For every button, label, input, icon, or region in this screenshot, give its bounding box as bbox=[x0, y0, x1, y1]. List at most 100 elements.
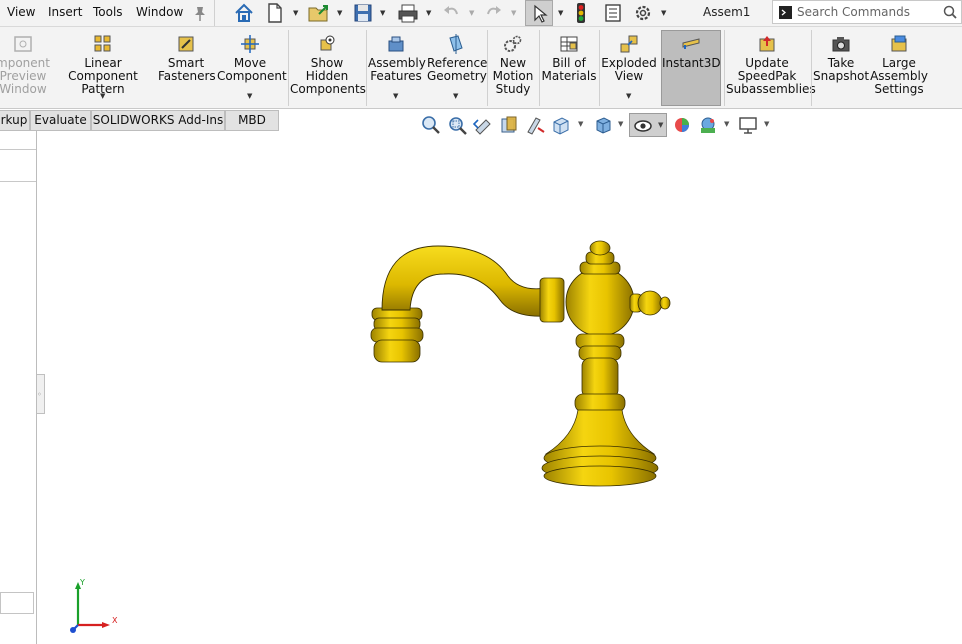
bill-of-materials-icon bbox=[560, 36, 578, 52]
linear-component-pattern-button[interactable]: Linear Component Pattern ▼ bbox=[53, 30, 153, 106]
print-icon[interactable] bbox=[396, 2, 420, 24]
ribbon-separator bbox=[724, 30, 725, 106]
chevron-down-icon[interactable]: ▼ bbox=[511, 9, 516, 17]
motion-study-icon bbox=[504, 35, 522, 52]
ribbon-label: Show Hidden Components bbox=[290, 56, 366, 96]
ribbon-label: Linear Component Pattern bbox=[68, 56, 138, 96]
panel-divider bbox=[0, 181, 36, 182]
select-button[interactable] bbox=[525, 0, 553, 26]
tab-evaluate[interactable]: Evaluate bbox=[30, 110, 91, 131]
chevron-down-icon[interactable]: ▼ bbox=[626, 92, 631, 100]
search-commands-box[interactable] bbox=[772, 0, 962, 24]
menu-insert[interactable]: Insert bbox=[48, 5, 82, 19]
component-preview-window-button[interactable]: mponent Preview Window bbox=[0, 30, 50, 106]
bill-of-materials-button[interactable]: Bill of Materials bbox=[541, 30, 597, 106]
ribbon-label: mponent Preview Window bbox=[0, 56, 50, 96]
redo-icon[interactable] bbox=[484, 2, 504, 24]
chevron-down-icon[interactable]: ▼ bbox=[658, 121, 663, 129]
tab-markup[interactable]: rkup bbox=[0, 110, 30, 131]
chevron-down-icon[interactable]: ▼ bbox=[764, 120, 769, 128]
chevron-down-icon[interactable]: ▼ bbox=[426, 9, 431, 17]
ribbon-separator bbox=[599, 30, 600, 106]
command-manager-tabs: rkup Evaluate SOLIDWORKS Add-Ins MBD bbox=[0, 110, 280, 131]
reference-geometry-button[interactable]: Reference Geometry ▼ bbox=[427, 30, 487, 106]
chevron-down-icon[interactable]: ▼ bbox=[453, 92, 458, 100]
chevron-down-icon[interactable]: ▼ bbox=[393, 92, 398, 100]
chevron-down-icon[interactable]: ▼ bbox=[578, 120, 583, 128]
smart-fasteners-icon bbox=[178, 36, 194, 52]
reference-triad: Y X bbox=[70, 579, 118, 633]
gear-icon[interactable] bbox=[633, 2, 653, 24]
ribbon-label: Smart Fasteners bbox=[158, 56, 216, 83]
chevron-down-icon[interactable]: ▼ bbox=[100, 92, 105, 100]
instant3d-icon bbox=[682, 38, 700, 49]
menu-view[interactable]: View bbox=[7, 5, 35, 19]
graphics-area[interactable]: Y X bbox=[38, 131, 962, 644]
ribbon-label: Assembly Features bbox=[368, 56, 426, 83]
smart-fasteners-button[interactable]: Smart Fasteners bbox=[158, 30, 216, 106]
chevron-down-icon[interactable]: ▼ bbox=[661, 9, 666, 17]
camera-icon bbox=[832, 37, 850, 52]
feature-manager-panel bbox=[0, 131, 37, 644]
large-assembly-icon bbox=[891, 35, 907, 52]
preview-window-icon bbox=[14, 36, 32, 52]
new-motion-study-button[interactable]: New Motion Study bbox=[489, 30, 537, 106]
ribbon-separator bbox=[487, 30, 488, 106]
show-hidden-icon bbox=[320, 35, 335, 51]
tab-mbd[interactable]: MBD bbox=[225, 110, 279, 131]
chevron-down-icon[interactable]: ▼ bbox=[247, 92, 252, 100]
command-manager-ribbon: mponent Preview Window Linear Component … bbox=[0, 27, 962, 109]
assembly-features-button[interactable]: Assembly Features ▼ bbox=[368, 30, 426, 106]
chevron-down-icon[interactable]: ▼ bbox=[293, 9, 298, 17]
pin-icon[interactable] bbox=[192, 2, 208, 24]
chevron-down-icon[interactable]: ▼ bbox=[724, 120, 729, 128]
tab-solidworks-addins[interactable]: SOLIDWORKS Add-Ins bbox=[91, 110, 225, 131]
save-icon[interactable] bbox=[352, 2, 374, 24]
menu-separator bbox=[214, 0, 215, 26]
cursor-arrow-icon bbox=[534, 4, 548, 23]
undo-icon[interactable] bbox=[441, 2, 461, 24]
linear-pattern-icon bbox=[94, 35, 111, 52]
rebuild-traffic-light-icon[interactable] bbox=[573, 2, 589, 24]
exploded-view-button[interactable]: Exploded View ▼ bbox=[601, 30, 657, 106]
instant3d-button[interactable]: Instant3D bbox=[661, 30, 721, 106]
assembly-features-icon bbox=[388, 36, 404, 52]
exploded-view-icon bbox=[620, 35, 638, 53]
chevron-down-icon[interactable]: ▼ bbox=[337, 9, 342, 17]
ribbon-label: Move Component bbox=[217, 56, 287, 83]
take-snapshot-button[interactable]: Take Snapshot bbox=[813, 30, 869, 106]
chevron-down-icon[interactable]: ▼ bbox=[618, 120, 623, 128]
show-hidden-components-button[interactable]: Show Hidden Components bbox=[290, 30, 366, 106]
move-component-icon bbox=[241, 35, 259, 53]
faucet-assembly-model[interactable] bbox=[368, 236, 688, 506]
file-properties-icon[interactable] bbox=[603, 2, 623, 24]
document-title: Assem1 bbox=[703, 5, 751, 19]
ribbon-separator bbox=[366, 30, 367, 106]
ribbon-label: Large Assembly Settings bbox=[870, 56, 928, 96]
home-icon[interactable] bbox=[233, 2, 255, 24]
chevron-down-icon[interactable]: ▼ bbox=[558, 9, 563, 17]
ribbon-label: Bill of Materials bbox=[541, 56, 597, 83]
chevron-down-icon[interactable]: ▼ bbox=[469, 9, 474, 17]
panel-filter-field[interactable] bbox=[0, 592, 34, 614]
ribbon-separator bbox=[811, 30, 812, 106]
ribbon-label: Exploded View bbox=[601, 56, 657, 83]
new-document-icon[interactable] bbox=[266, 2, 284, 24]
chevron-down-icon[interactable]: ▼ bbox=[380, 9, 385, 17]
search-icon[interactable] bbox=[943, 5, 957, 19]
ribbon-label: Instant3D bbox=[662, 56, 721, 70]
panel-divider bbox=[0, 149, 36, 150]
triad-y-label: Y bbox=[79, 579, 85, 587]
ribbon-separator bbox=[288, 30, 289, 106]
menu-bar: View Insert Tools Window ▼ ▼ ▼ ▼ ▼ ▼ ▼ ▼… bbox=[0, 0, 962, 27]
menu-tools[interactable]: Tools bbox=[93, 5, 123, 19]
move-component-button[interactable]: Move Component ▼ bbox=[217, 30, 287, 106]
menu-window[interactable]: Window bbox=[136, 5, 183, 19]
open-folder-icon[interactable] bbox=[307, 2, 331, 24]
update-speedpak-button[interactable]: Update SpeedPak Subassemblies bbox=[726, 30, 816, 106]
large-assembly-settings-button[interactable]: Large Assembly Settings bbox=[870, 30, 928, 106]
ribbon-label: Update SpeedPak Subassemblies bbox=[726, 56, 816, 96]
search-commands-input[interactable] bbox=[797, 4, 937, 20]
speedpak-icon bbox=[759, 36, 775, 52]
ribbon-separator bbox=[539, 30, 540, 106]
